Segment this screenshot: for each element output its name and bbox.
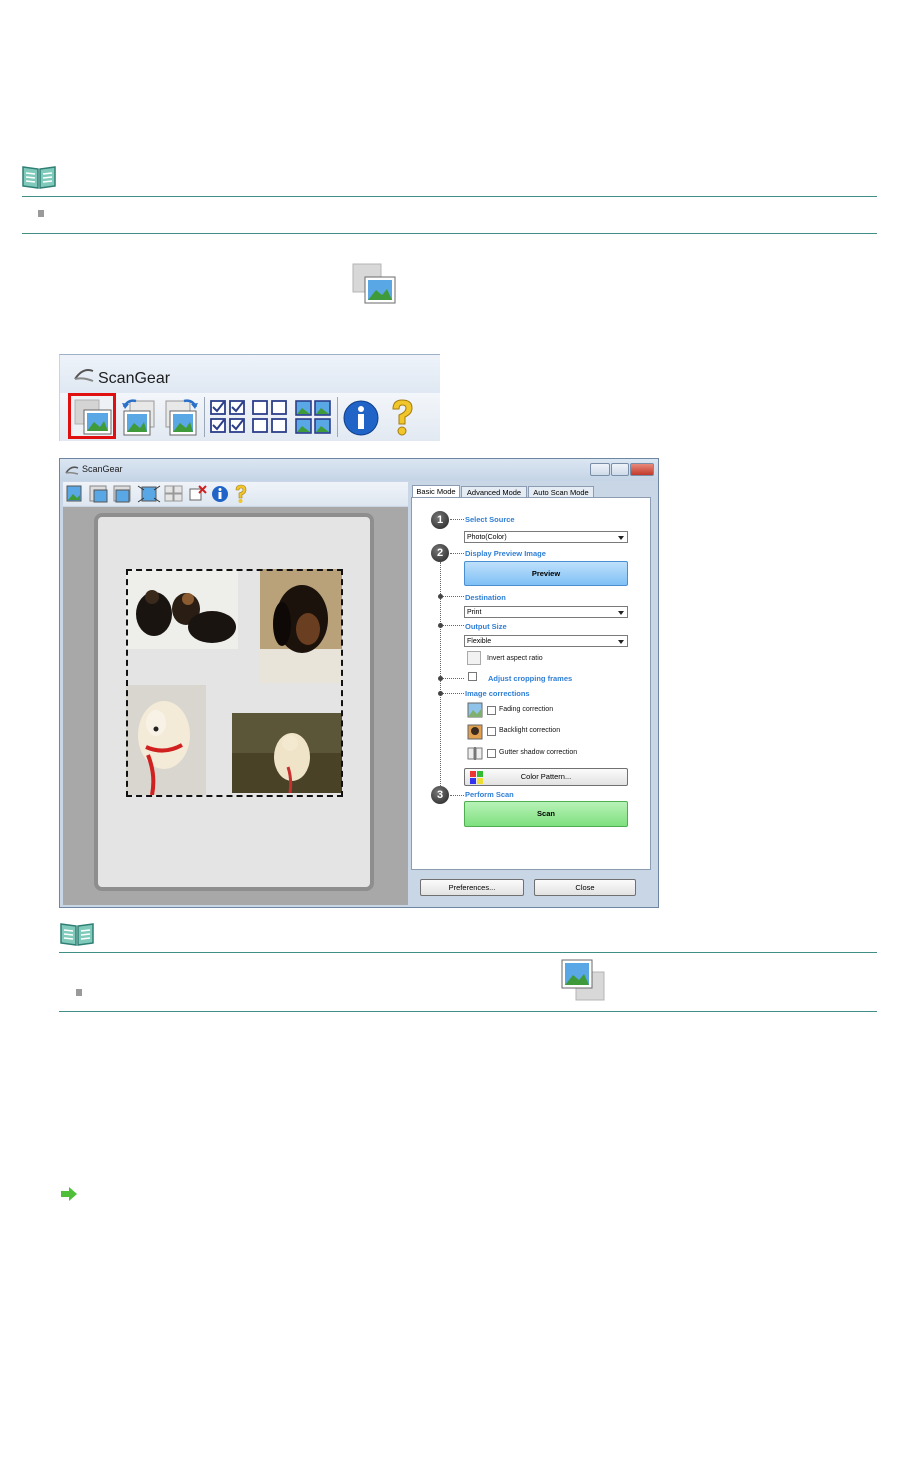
gutter-shadow-correction-icon — [467, 747, 483, 760]
rotate-left-icon[interactable] — [120, 397, 158, 437]
toolbar-separator — [337, 397, 338, 437]
scanner-logo-icon — [74, 369, 94, 382]
multi-crop-icon — [74, 399, 112, 435]
maximize-button[interactable] — [611, 463, 629, 476]
preview-button-label: Preview — [531, 569, 561, 578]
invert-aspect-ratio-button[interactable] — [467, 651, 481, 665]
destination-dropdown[interactable]: Print — [464, 606, 628, 618]
preview-button[interactable]: Preview — [464, 561, 628, 586]
scan-button-label: Scan — [537, 809, 555, 818]
chevron-down-icon — [618, 611, 624, 615]
window-toolbar-icons — [66, 484, 247, 503]
note-book-icon — [22, 166, 56, 189]
info-icon[interactable] — [342, 399, 380, 437]
scanner-logo-icon — [65, 466, 79, 475]
output-size-label: Output Size — [465, 622, 507, 631]
note-book-icon — [60, 923, 94, 946]
note-top-rule — [59, 952, 877, 953]
fading-correction-icon — [467, 702, 483, 718]
gutter-shadow-correction-checkbox[interactable] — [487, 749, 496, 758]
fading-correction-checkbox[interactable] — [487, 706, 496, 715]
fading-correction-label: Fading correction — [499, 706, 554, 713]
step-3-icon: 3 — [431, 786, 449, 804]
toolbar-title: ScanGear — [98, 370, 171, 387]
image-corrections-label: Image corrections — [465, 689, 530, 698]
step-connector — [450, 795, 464, 796]
note-bullet — [38, 210, 44, 217]
preferences-button[interactable]: Preferences... — [420, 879, 524, 896]
note-top-rule — [22, 196, 877, 197]
backlight-correction-checkbox[interactable] — [487, 727, 496, 736]
note-bottom-rule — [22, 233, 877, 234]
step-connector — [450, 553, 464, 554]
step-connector — [443, 625, 464, 626]
select-source-label: Select Source — [465, 515, 515, 524]
step-1-icon: 1 — [431, 511, 449, 529]
toolbar-separator — [204, 397, 205, 437]
step-connector — [443, 693, 464, 694]
thumbnail-view-icon[interactable] — [293, 398, 333, 436]
color-pattern-icon — [470, 771, 483, 784]
destination-value: Print — [467, 609, 482, 616]
clear-all-frames-icon[interactable] — [250, 398, 290, 436]
step-connector — [450, 519, 464, 520]
multi-crop-icon — [352, 263, 396, 304]
output-size-dropdown[interactable]: Flexible — [464, 635, 628, 647]
help-icon[interactable] — [385, 397, 419, 437]
output-size-value: Flexible — [467, 638, 492, 645]
green-arrow-icon[interactable] — [60, 1186, 78, 1202]
multi-crop-button[interactable] — [68, 393, 116, 439]
close-window-button[interactable] — [630, 463, 654, 476]
backlight-correction-icon — [467, 724, 483, 740]
step-connector — [443, 678, 464, 679]
note-bottom-rule — [59, 1011, 877, 1012]
close-button[interactable]: Close — [534, 879, 636, 896]
single-crop-icon — [561, 959, 605, 1001]
scangear-window: ScanGear Basic Mode Advanced Mode Auto S… — [59, 458, 659, 908]
destination-label: Destination — [465, 593, 506, 602]
display-preview-label: Display Preview Image — [465, 549, 546, 558]
basic-mode-panel: 1 Select Source Photo(Color) 2 Display P… — [411, 497, 651, 870]
adjust-cropping-frames-checkbox[interactable] — [468, 672, 477, 681]
chevron-down-icon — [618, 640, 624, 644]
color-pattern-button[interactable]: Color Pattern... — [464, 768, 628, 786]
scan-button[interactable]: Scan — [464, 801, 628, 827]
scangear-toolbar-crop: ScanGear — [59, 354, 440, 441]
preferences-button-label: Preferences... — [448, 883, 496, 892]
window-titlebar — [60, 459, 658, 481]
close-button-label: Close — [575, 883, 595, 892]
cropping-frame[interactable] — [126, 569, 343, 797]
window-title: ScanGear — [82, 464, 123, 474]
invert-aspect-ratio-label: Invert aspect ratio — [487, 655, 543, 662]
rotate-right-icon[interactable] — [162, 397, 200, 437]
step-2-icon: 2 — [431, 544, 449, 562]
color-pattern-button-label: Color Pattern... — [520, 772, 572, 781]
platen-preview — [94, 513, 374, 891]
backlight-correction-label: Backlight correction — [499, 727, 561, 734]
note-bullet — [76, 989, 82, 996]
perform-scan-label: Perform Scan — [465, 790, 514, 799]
select-all-frames-icon[interactable] — [208, 398, 248, 436]
gutter-shadow-correction-label: Gutter shadow correction — [499, 749, 578, 756]
step-connector — [443, 596, 464, 597]
select-source-value: Photo(Color) — [467, 534, 507, 541]
select-source-dropdown[interactable]: Photo(Color) — [464, 531, 628, 543]
minimize-button[interactable] — [590, 463, 610, 476]
chevron-down-icon — [618, 536, 624, 540]
adjust-cropping-frames-label: Adjust cropping frames — [488, 674, 573, 683]
